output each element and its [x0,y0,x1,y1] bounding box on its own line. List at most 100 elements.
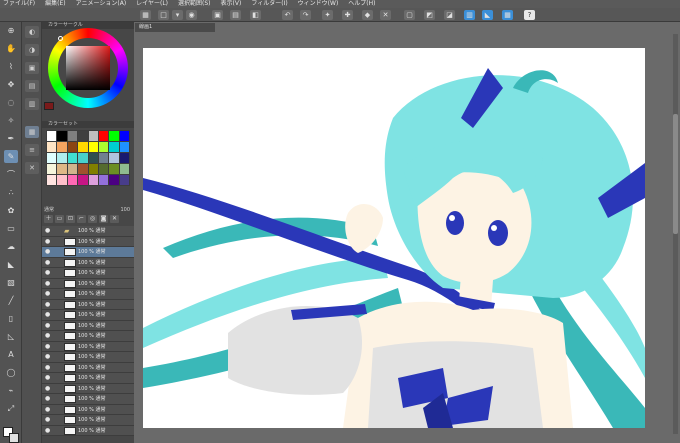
eye-icon[interactable]: ● [45,406,51,413]
layer-row[interactable]: ● 100 % 通常 [42,394,134,405]
layer-row[interactable]: ● 100 % 通常 [42,331,134,342]
palette-swatch[interactable] [119,131,129,141]
clip-icon[interactable]: ⌐ [77,215,86,223]
palette-swatch[interactable] [88,164,98,174]
palette-swatch[interactable] [119,175,129,185]
ref-icon[interactable]: ◎ [88,215,97,223]
eye-icon[interactable]: ● [45,333,51,339]
selection-icon[interactable]: ▢ [404,10,415,20]
magic-wand-icon[interactable]: ✧ [4,114,18,127]
layer-row[interactable]: ● ▰ 100 % 通常 [42,226,134,237]
layer-row[interactable]: ● 100 % 通常 [42,425,134,436]
menu-view[interactable]: 表示(V) [221,0,242,8]
eye-icon[interactable]: ● [45,427,51,434]
correct-line-icon[interactable]: ⤢ [4,402,18,415]
sub-tool-icon[interactable]: ▣ [25,62,39,74]
palette-swatch[interactable] [67,164,78,174]
eye-icon[interactable]: ● [45,238,51,245]
eye-icon[interactable]: ● [45,249,51,255]
sub-tool-icon[interactable]: ◐ [25,26,39,38]
menu-selection[interactable]: 選択範囲(S) [178,0,211,8]
current-color-swatch[interactable] [44,102,54,110]
eye-icon[interactable]: ● [45,385,51,392]
color-wheel[interactable] [48,28,128,108]
palette-swatch[interactable] [109,131,119,141]
palette-swatch[interactable] [57,175,67,185]
palette-swatch[interactable] [109,164,119,174]
menu-window[interactable]: ウィンドウ(W) [298,0,339,8]
color-set-grid[interactable] [46,130,130,186]
palette-swatch[interactable] [98,175,109,185]
palette-swatch[interactable] [57,142,67,152]
undo-icon[interactable]: ↶ [282,10,293,20]
fill-bucket-icon[interactable]: ◣ [4,258,18,271]
transform-icon[interactable]: ✚ [342,10,353,20]
palette-swatch[interactable] [47,164,57,174]
eye-icon[interactable]: ● [45,364,51,371]
palette-swatch[interactable] [67,131,78,141]
mask-icon[interactable]: ◪ [444,10,455,20]
palette-swatch[interactable] [67,175,78,185]
layer-row[interactable]: ● 100 % 通常 [42,352,134,363]
preview-icon[interactable]: ◉ [186,10,197,20]
palette-swatch[interactable] [57,131,67,141]
text-icon[interactable]: A [4,348,18,361]
palette-swatch[interactable] [78,153,88,163]
palette-swatch[interactable] [109,142,119,152]
save-as-icon[interactable]: ◧ [250,10,261,20]
snap-special-icon[interactable]: ◣ [482,10,493,20]
eye-icon[interactable]: ● [45,343,51,350]
eyedropper-icon[interactable]: ⌇ [4,60,18,73]
help-icon[interactable]: ? [524,10,535,20]
palette-swatch[interactable] [109,175,119,185]
palette-swatch[interactable] [109,153,119,163]
palette-swatch[interactable] [67,153,78,163]
menu-file[interactable]: ファイル(F) [3,0,35,8]
eye-icon[interactable]: ● [45,322,51,329]
sub-tool-icon[interactable]: ✕ [25,162,39,174]
layer-row[interactable]: ● 100 % 通常 [42,341,134,352]
layer-row[interactable]: ● 100 % 通常 [42,310,134,321]
layer-row[interactable]: ● 100 % 通常 [42,383,134,394]
palette-swatch[interactable] [57,153,67,163]
sub-tool-icon[interactable]: ▥ [25,98,39,110]
snap-ruler-icon[interactable]: ▥ [464,10,475,20]
grid-icon[interactable]: ▦ [140,10,151,20]
palette-swatch[interactable] [98,142,109,152]
sub-tool-icon[interactable]: ≡ [25,144,39,156]
vertical-scrollbar[interactable] [673,34,678,434]
palette-swatch[interactable] [57,164,67,174]
palette-swatch[interactable] [47,175,57,185]
palette-swatch[interactable] [98,164,109,174]
menu-help[interactable]: ヘルプ(H) [348,0,375,8]
palette-swatch[interactable] [67,142,78,152]
eye-icon[interactable]: ● [45,280,51,287]
saturation-value-square[interactable] [66,46,110,90]
palette-swatch[interactable] [88,131,98,141]
palette-swatch[interactable] [98,131,109,141]
sub-tool-icon[interactable]: ▦ [25,126,39,138]
brush-icon[interactable]: ⌒ [4,168,18,181]
eye-icon[interactable]: ● [45,417,51,423]
palette-swatch[interactable] [47,131,57,141]
eye-icon[interactable]: ● [45,312,51,318]
palette-swatch[interactable] [119,164,129,174]
hue-marker[interactable] [58,36,63,41]
palette-swatch[interactable] [88,153,98,163]
palette-swatch[interactable] [78,131,88,141]
palette-swatch[interactable] [88,142,98,152]
new-folder-icon[interactable]: ▭ [55,215,64,223]
sub-tool-icon[interactable]: ▤ [25,80,39,92]
line-fix-icon[interactable]: ⌁ [4,384,18,397]
menu-layer[interactable]: レイヤー(L) [136,0,168,8]
sub-color-swatch[interactable] [9,433,19,443]
hand-icon[interactable]: ✋ [4,42,18,55]
pen-icon[interactable]: ✒ [4,132,18,145]
deselect-icon[interactable]: ✕ [380,10,391,20]
ruler-icon[interactable]: ◺ [4,330,18,343]
layer-row[interactable]: ● 100 % 通常 [42,415,134,426]
blend-mode-select[interactable]: 通常 [44,207,54,213]
fill-icon[interactable]: ◆ [362,10,373,20]
eye-icon[interactable]: ● [45,396,51,402]
invert-selection-icon[interactable]: ◩ [424,10,435,20]
